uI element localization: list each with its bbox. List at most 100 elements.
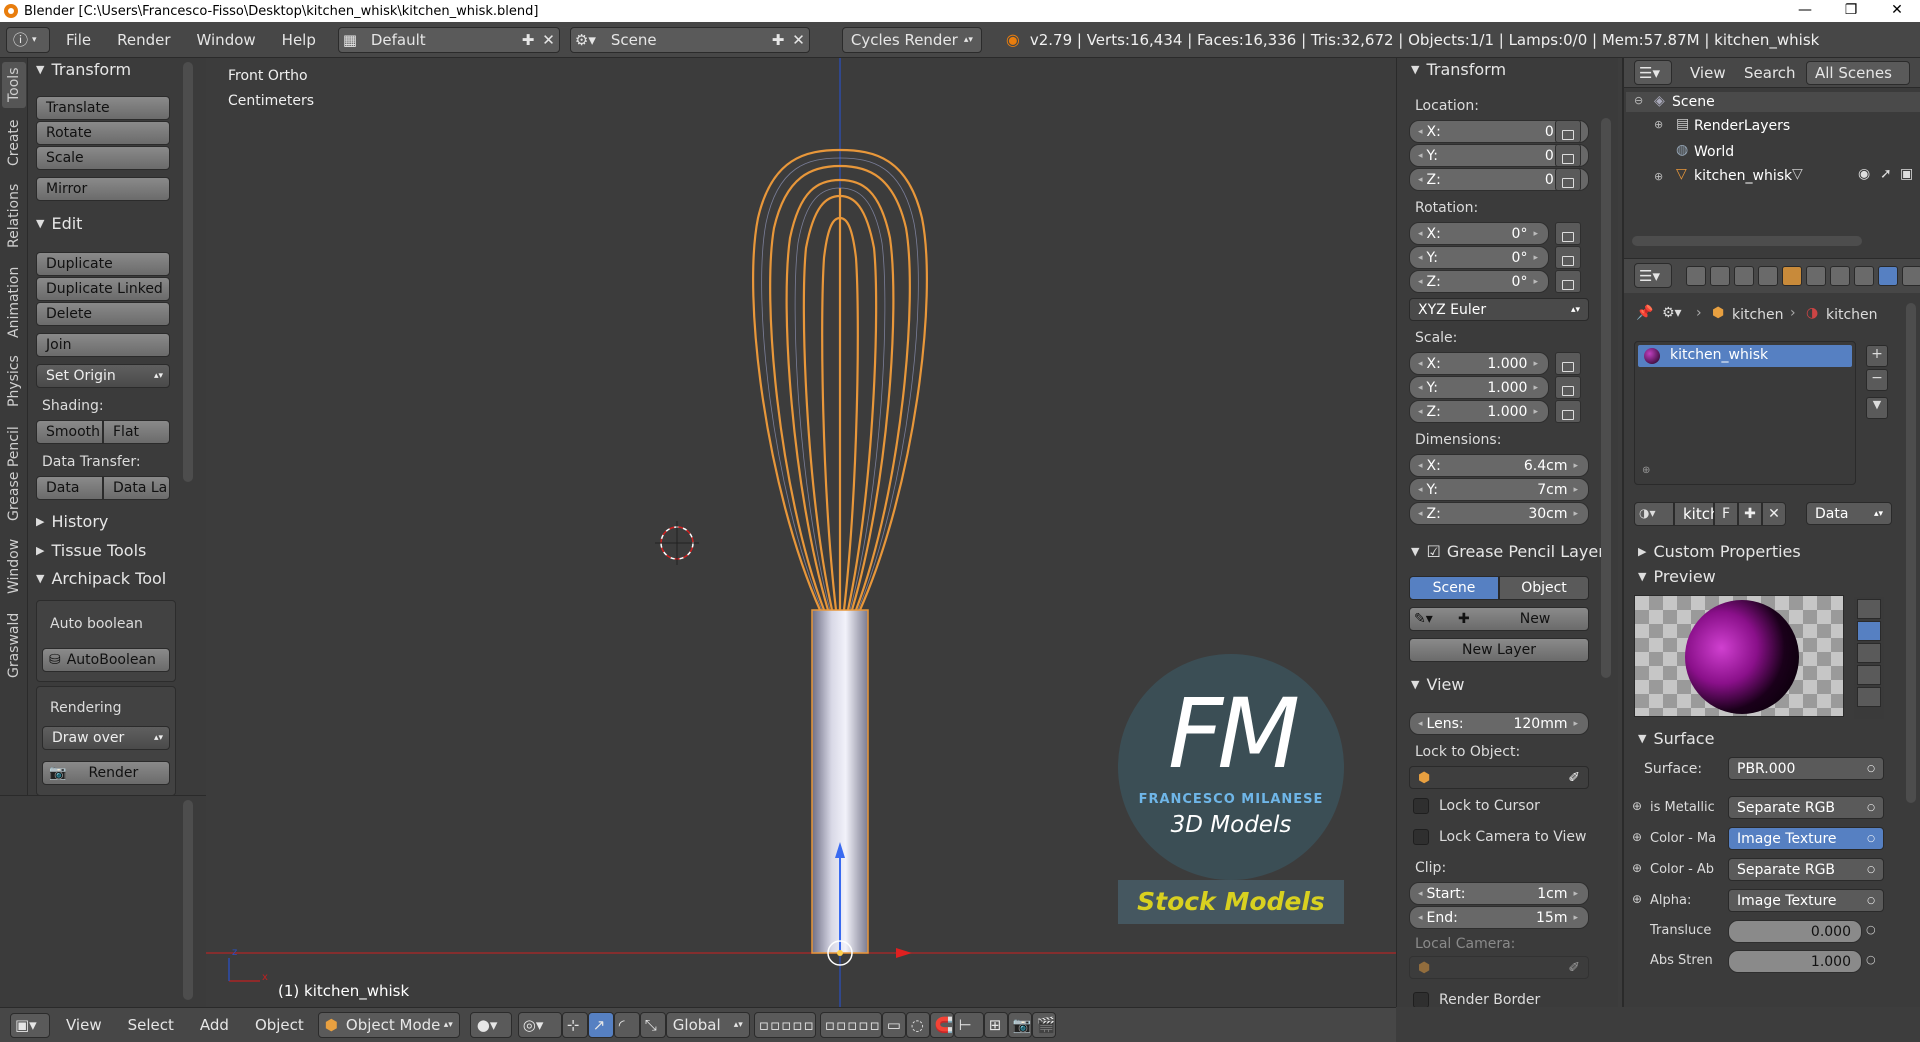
outliner-view-menu[interactable]: View [1690, 64, 1726, 82]
manipulator-toggle[interactable]: ⊹ [561, 1012, 588, 1038]
clip-end-field[interactable]: ◂ End: 15m ▸ [1409, 906, 1589, 929]
opengl-render-icon[interactable]: 📷 [1007, 1012, 1032, 1038]
scale-x-field[interactable]: ◂ X: 1.000 ▸ [1409, 352, 1549, 375]
footer-view-menu[interactable]: View [66, 1016, 102, 1034]
remove-scene-icon[interactable]: ✕ [792, 31, 805, 49]
rotate-button[interactable]: Rotate [36, 121, 170, 145]
screen-layout-selector[interactable]: ▦ Default ✚ ✕ [337, 26, 560, 53]
properties-scrollbar[interactable] [1906, 303, 1916, 803]
eyedropper-icon[interactable]: ✐ [1568, 770, 1580, 786]
n-view-header[interactable]: ▼ View [1411, 675, 1464, 694]
rotation-y-field[interactable]: ◂ Y: 0° ▸ [1409, 246, 1549, 269]
material-slot-item[interactable]: kitchen_whisk [1638, 345, 1852, 367]
footer-object-menu[interactable]: Object [255, 1016, 304, 1034]
layers-block-1[interactable]: ▫▫▫▫▫ [753, 1012, 816, 1038]
material-tab-icon[interactable] [1878, 266, 1898, 286]
dimension-z-field[interactable]: ◂ Z: 30cm ▸ [1409, 502, 1589, 525]
tab-physics[interactable]: Physics [2, 348, 26, 414]
lock-object-field[interactable]: ⬢ ✐ [1409, 766, 1589, 789]
render-tab-icon[interactable] [1686, 266, 1706, 286]
render-border-checkbox[interactable] [1413, 992, 1429, 1007]
input-metallic-node[interactable]: Separate RGB ○ [1728, 796, 1884, 819]
lock-rotation-y-icon[interactable] [1555, 246, 1581, 269]
tool-shelf-scrollbar[interactable] [183, 62, 193, 482]
lock-location-y-icon[interactable] [1555, 144, 1581, 167]
viewport-editor-type-button[interactable]: ▣▾ [10, 1012, 50, 1038]
translate-button[interactable]: Translate [36, 96, 170, 120]
smooth-button[interactable]: Smooth [36, 420, 103, 444]
flat-button[interactable]: Flat [103, 420, 170, 444]
draw-over-dropdown[interactable]: Draw over ▴▾ [42, 726, 170, 750]
outliner-hscrollbar[interactable] [1632, 236, 1862, 246]
rotate-manipulator[interactable]: ◜ [613, 1012, 640, 1038]
menu-help[interactable]: Help [282, 31, 316, 49]
data-transfer-button[interactable]: Data [36, 476, 103, 500]
lock-location-z-icon[interactable] [1555, 168, 1581, 191]
outliner-search-menu[interactable]: Search [1744, 64, 1796, 82]
footer-add-menu[interactable]: Add [200, 1016, 229, 1034]
lock-location-x-icon[interactable] [1555, 120, 1581, 143]
duplicate-linked-button[interactable]: Duplicate Linked [36, 277, 170, 301]
close-window-button[interactable]: ✕ [1874, 0, 1920, 22]
expand-object-icon[interactable]: ⊕ [1654, 170, 1663, 183]
gp-new-layer-button[interactable]: New Layer [1409, 638, 1589, 662]
outliner-item-world[interactable]: World [1694, 144, 1734, 160]
preview-hair-icon[interactable] [1857, 687, 1881, 707]
duplicate-button[interactable]: Duplicate [36, 252, 170, 276]
history-panel-header[interactable]: ▶ History [36, 512, 108, 531]
expand-color-ab-icon[interactable]: ⊕ [1632, 861, 1642, 875]
layer-lock-icon[interactable]: ▭ [881, 1012, 906, 1038]
tab-create[interactable]: Create [2, 114, 26, 172]
eyedropper-icon[interactable]: ✐ [1568, 960, 1580, 976]
fake-user-button[interactable]: F [1714, 502, 1738, 526]
data-tab-icon[interactable] [1854, 266, 1874, 286]
n-transform-header[interactable]: ▼ Transform [1411, 60, 1506, 79]
tab-grease-pencil[interactable]: Grease Pencil [2, 418, 26, 530]
delete-button[interactable]: Delete [36, 302, 170, 326]
abs-strength-field[interactable]: 1.000 [1728, 950, 1862, 973]
menu-render[interactable]: Render [117, 31, 170, 49]
tab-graswald[interactable]: Graswald [2, 602, 26, 688]
lock-scale-z-icon[interactable] [1555, 400, 1581, 423]
texture-tab-icon[interactable] [1902, 266, 1920, 286]
scene-selector[interactable]: ⚙▾ Scene ✚ ✕ [569, 26, 810, 53]
auto-boolean-button[interactable]: ⛁ AutoBoolean [42, 648, 170, 672]
menu-file[interactable]: File [66, 31, 91, 49]
outliner-display-mode[interactable]: All Scenes [1806, 61, 1910, 85]
tab-relations[interactable]: Relations [2, 176, 26, 256]
unlink-material-button[interactable]: ✕ [1762, 502, 1786, 526]
abs-strength-socket-icon[interactable]: ○ [1866, 953, 1876, 966]
tissue-tools-panel-header[interactable]: ▶ Tissue Tools [36, 541, 146, 560]
editor-type-button[interactable]: ⓘ ▾ [6, 26, 50, 53]
world-tab-icon[interactable] [1758, 266, 1778, 286]
lock-scale-y-icon[interactable] [1555, 376, 1581, 399]
lock-scale-x-icon[interactable] [1555, 352, 1581, 375]
scene-tab-icon[interactable] [1734, 266, 1754, 286]
outliner-item-renderlayers[interactable]: RenderLayers [1694, 118, 1790, 134]
scale-manipulator[interactable]: ⤡ [639, 1012, 666, 1038]
set-origin-dropdown[interactable]: Set Origin ▴▾ [36, 364, 170, 388]
mirror-button[interactable]: Mirror [36, 177, 170, 201]
custom-properties-header[interactable]: ▶ Custom Properties [1638, 542, 1801, 561]
maximize-button[interactable]: ❐ [1828, 0, 1874, 22]
remove-slot-button[interactable]: − [1866, 369, 1888, 391]
scale-button[interactable]: Scale [36, 146, 170, 170]
dimension-x-field[interactable]: ◂ X: 6.4cm ▸ [1409, 454, 1589, 477]
link-mode-dropdown[interactable]: Data ▴▾ [1806, 502, 1892, 525]
expand-alpha-icon[interactable]: ⊕ [1632, 892, 1642, 906]
lens-field[interactable]: ◂ Lens: 120mm ▸ [1409, 712, 1589, 735]
n-panel-scrollbar[interactable] [1601, 118, 1611, 678]
remove-layout-icon[interactable]: ✕ [542, 31, 555, 49]
minimize-button[interactable]: — [1782, 0, 1828, 22]
outliner-editor-type-button[interactable]: ☰▾ [1634, 60, 1672, 85]
outliner-item-kitchen-whisk[interactable]: kitchen_whisk [1694, 168, 1792, 184]
lock-rotation-z-icon[interactable] [1555, 270, 1581, 293]
visibility-eye-icon[interactable]: ◉ [1858, 166, 1870, 182]
clip-start-field[interactable]: ◂ Start: 1cm ▸ [1409, 882, 1589, 905]
slot-specials-button[interactable]: ▼ [1866, 397, 1888, 419]
snap-target-icon[interactable]: ⊞ [983, 1012, 1008, 1038]
render-button[interactable]: 📷 Render [42, 761, 170, 785]
snap-toggle-icon[interactable]: 🧲 [929, 1012, 954, 1038]
local-camera-field[interactable]: ⬢ ✐ [1409, 956, 1589, 979]
grease-pencil-layer-header[interactable]: ▼ ☑ Grease Pencil Layer [1411, 542, 1605, 561]
